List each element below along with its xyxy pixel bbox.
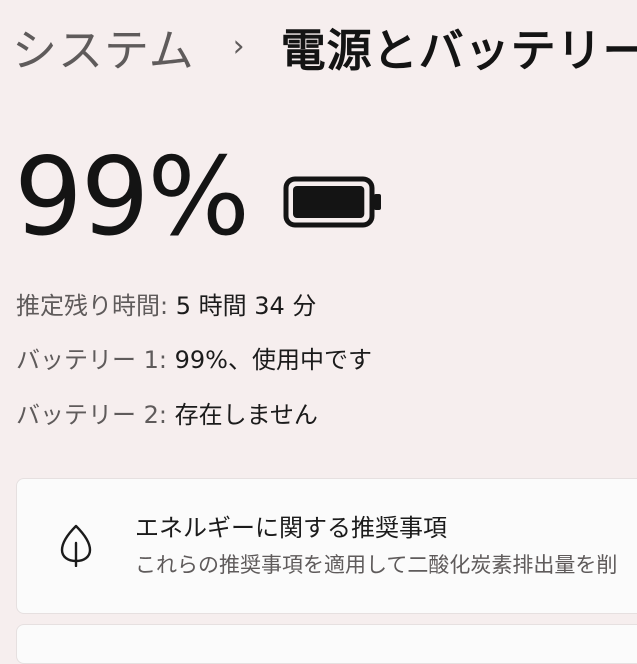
battery-1-label: バッテリー 1:	[16, 346, 167, 374]
battery-2-label: バッテリー 2:	[16, 401, 167, 429]
battery-2-value: 存在しません	[174, 401, 318, 429]
battery-1-row: バッテリー 1: 99%、使用中です	[16, 344, 372, 376]
energy-recommendations-card[interactable]: エネルギーに関する推奨事項 これらの推奨事項を適用して二酸化炭素排出量を削	[16, 478, 637, 614]
page-title: 電源とバッテリー	[280, 23, 637, 77]
remaining-time-value: 5 時間 34 分	[175, 292, 317, 320]
energy-recommendations-title: エネルギーに関する推奨事項	[135, 514, 447, 542]
remaining-time-row: 推定残り時間: 5 時間 34 分	[16, 290, 316, 322]
battery-level-fill	[293, 186, 365, 218]
breadcrumb-parent-system[interactable]: システム	[12, 14, 195, 79]
battery-full-icon	[283, 176, 381, 228]
energy-recommendations-description: これらの推奨事項を適用して二酸化炭素排出量を削	[135, 553, 618, 577]
breadcrumb-chevron-icon: ›	[232, 28, 245, 64]
next-settings-card[interactable]	[16, 624, 637, 664]
battery-percentage: 99%	[14, 135, 250, 260]
battery-1-value: 99%、使用中です	[174, 346, 372, 374]
breadcrumb: システム › 電源とバッテリー	[12, 8, 637, 84]
remaining-time-label: 推定残り時間:	[16, 292, 169, 320]
battery-2-row: バッテリー 2: 存在しません	[16, 399, 318, 431]
leaf-icon	[60, 524, 92, 567]
